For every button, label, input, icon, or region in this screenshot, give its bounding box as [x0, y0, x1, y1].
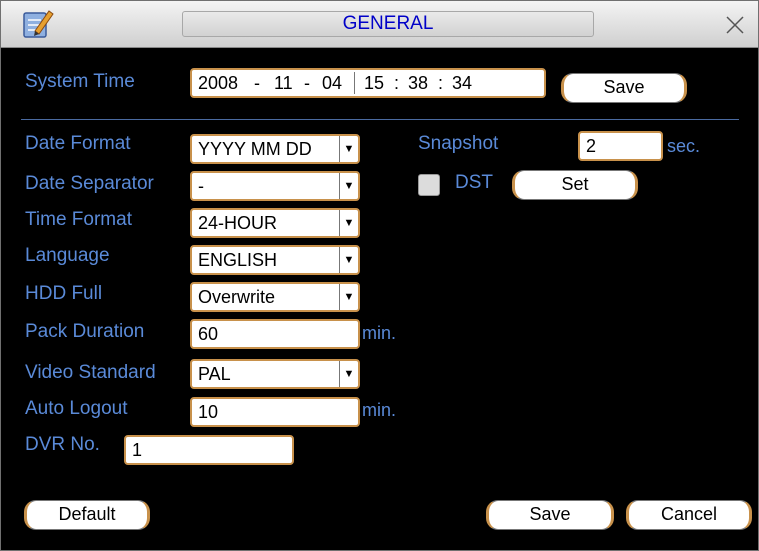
date-format-select[interactable]: YYYY MM DD ▼ [190, 134, 360, 164]
date-sep-1: - [254, 73, 260, 93]
pack-duration-label: Pack Duration [25, 321, 145, 342]
hour-value[interactable]: 15 [364, 70, 384, 96]
video-standard-value: PAL [198, 364, 231, 384]
video-standard-label: Video Standard [25, 362, 156, 383]
dst-label: DST [455, 172, 493, 193]
second-value[interactable]: 34 [452, 70, 472, 96]
system-time-label: System Time [25, 71, 135, 92]
time-format-value: 24-HOUR [198, 213, 278, 233]
dst-checkbox[interactable] [418, 174, 440, 196]
default-button[interactable]: Default [24, 500, 150, 530]
auto-logout-unit: min. [362, 400, 397, 420]
time-colon-1: : [394, 73, 400, 93]
time-format-label: Time Format [25, 209, 132, 230]
date-format-value: YYYY MM DD [198, 139, 312, 159]
auto-logout-label: Auto Logout [25, 398, 128, 419]
title-bar: GENERAL [1, 1, 758, 48]
dvr-no-input[interactable]: 1 [124, 435, 294, 465]
close-icon[interactable] [724, 14, 746, 36]
cancel-button[interactable]: Cancel [626, 500, 752, 530]
time-colon-2: : [438, 73, 444, 93]
pack-duration-unit: min. [362, 323, 397, 343]
general-settings-window: GENERAL System Time 2008 - 11 - 04 15 : … [0, 0, 759, 551]
hdd-full-value: Overwrite [198, 287, 276, 307]
window-title: GENERAL [182, 11, 594, 37]
auto-logout-input[interactable]: 10 [190, 397, 360, 427]
day-value[interactable]: 04 [322, 70, 342, 96]
date-separator-value: - [198, 176, 204, 196]
date-time-divider [354, 72, 355, 94]
language-label: Language [25, 245, 110, 266]
language-value: ENGLISH [198, 250, 278, 270]
system-time-save-button[interactable]: Save [561, 73, 687, 103]
year-value[interactable]: 2008 [198, 70, 238, 96]
snapshot-unit: sec. [667, 136, 701, 156]
date-format-label: Date Format [25, 133, 131, 154]
chevron-down-icon[interactable]: ▼ [339, 361, 358, 387]
system-time-field[interactable]: 2008 - 11 - 04 15 : 38 : 34 [190, 68, 546, 98]
edit-document-icon [23, 10, 54, 38]
pack-duration-input[interactable]: 60 [190, 319, 360, 349]
dvr-no-label: DVR No. [25, 434, 100, 455]
month-value[interactable]: 11 [274, 70, 293, 96]
chevron-down-icon[interactable]: ▼ [339, 247, 358, 273]
divider-line [21, 119, 739, 120]
chevron-down-icon[interactable]: ▼ [339, 210, 358, 236]
date-separator-label: Date Separator [25, 173, 154, 194]
chevron-down-icon[interactable]: ▼ [339, 284, 358, 310]
time-format-select[interactable]: 24-HOUR ▼ [190, 208, 360, 238]
hdd-full-label: HDD Full [25, 283, 103, 304]
chevron-down-icon[interactable]: ▼ [339, 173, 358, 199]
snapshot-label: Snapshot [418, 133, 499, 154]
hdd-full-select[interactable]: Overwrite ▼ [190, 282, 360, 312]
video-standard-select[interactable]: PAL ▼ [190, 359, 360, 389]
dst-set-button[interactable]: Set [512, 170, 638, 200]
chevron-down-icon[interactable]: ▼ [339, 136, 358, 162]
minute-value[interactable]: 38 [408, 70, 428, 96]
date-separator-select[interactable]: - ▼ [190, 171, 360, 201]
language-select[interactable]: ENGLISH ▼ [190, 245, 360, 275]
save-button[interactable]: Save [486, 500, 614, 530]
date-sep-2: - [304, 73, 310, 93]
snapshot-input[interactable]: 2 [578, 131, 663, 161]
